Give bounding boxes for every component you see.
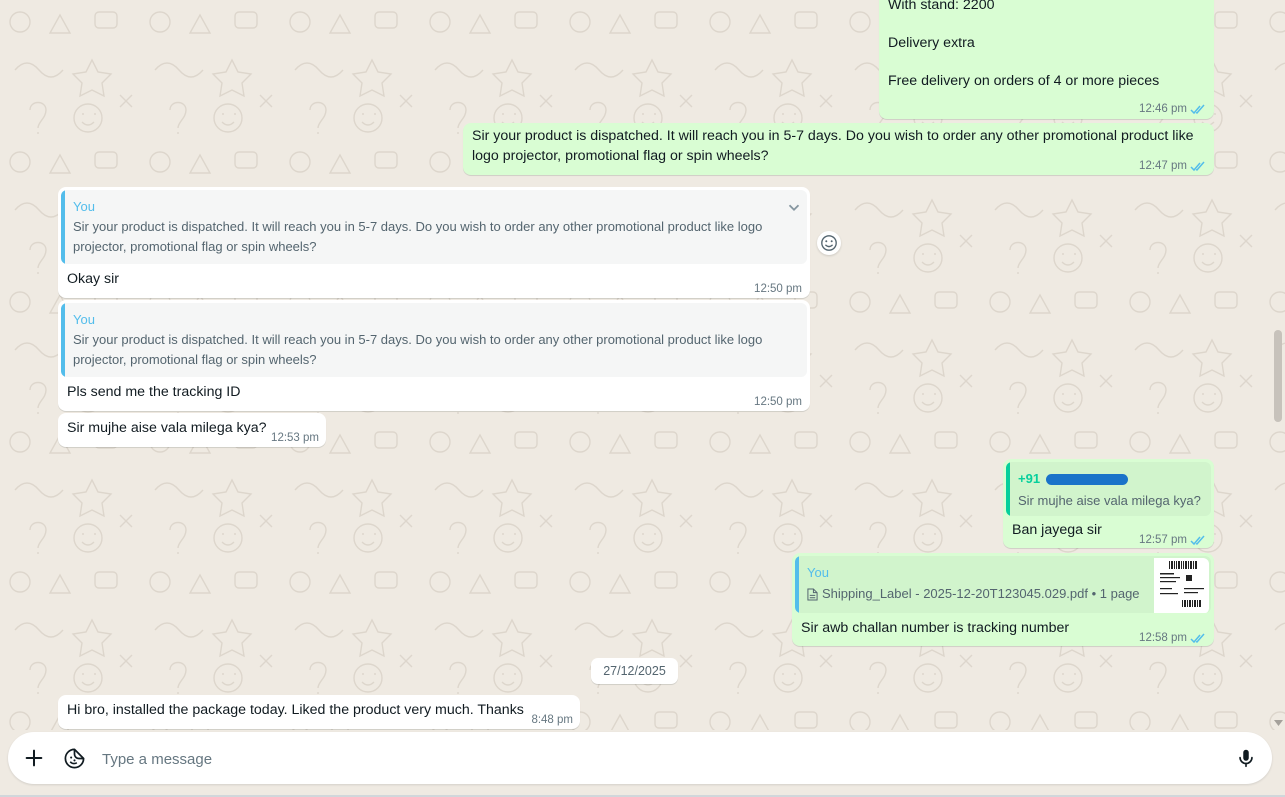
quote-author: You [807, 565, 829, 580]
message-bubble-incoming[interactable]: Hi bro, installed the package today. Lik… [58, 695, 580, 729]
message-time: 8:48 pm [531, 714, 573, 726]
double-check-icon [1190, 535, 1205, 546]
message-time: 12:58 pm [1139, 632, 1187, 644]
message-text: Sir mujhe aise vala milega kya? [67, 420, 267, 436]
message-bubble-incoming[interactable]: You Sir your product is dispatched. It w… [58, 187, 810, 298]
double-check-icon [1190, 161, 1205, 172]
attach-button[interactable] [20, 744, 48, 772]
file-name: Shipping_Label - 2025-12-20T123045.029.p… [822, 586, 1140, 601]
message-meta: 12:53 pm [271, 429, 319, 448]
chat-area[interactable]: With stand: 2200 Delivery extra Free del… [0, 0, 1285, 730]
message-time: 12:50 pm [754, 283, 802, 295]
message-bubble-outgoing[interactable]: You Shipping_Label - 2025-12-20T123045.0… [792, 553, 1214, 646]
message-time: 12:57 pm [1139, 534, 1187, 546]
plus-icon [25, 749, 43, 767]
message-text-line: With stand: 2200 [888, 0, 995, 13]
message-text-line: logo projector, promotional flag or spin… [472, 148, 769, 164]
message-bubble-incoming[interactable]: Sir mujhe aise vala milega kya? 12:53 pm [58, 413, 326, 447]
quote-file: Shipping_Label - 2025-12-20T123045.029.p… [807, 584, 1140, 604]
quote-text: Sir your product is dispatched. It will … [73, 330, 762, 370]
message-input[interactable] [100, 746, 1204, 772]
message-meta: 12:58 pm [1139, 629, 1206, 648]
quote-bar [61, 190, 65, 264]
message-text-line: Delivery extra [888, 35, 975, 51]
quote-author-text: +91 [1018, 471, 1041, 486]
sticker-button[interactable] [60, 744, 88, 772]
date-divider: 27/12/2025 [591, 658, 678, 684]
message-time: 12:50 pm [754, 396, 802, 408]
message-text: Okay sir [67, 271, 120, 287]
message-text-line: Sir your product is dispatched. It will … [472, 128, 1194, 144]
quote-text-line: projector, promotional flag or spin whee… [73, 239, 317, 254]
document-icon [807, 587, 818, 601]
emoji-icon [821, 235, 837, 251]
redaction-scribble [1045, 474, 1128, 486]
message-bubble-outgoing[interactable]: Sir your product is dispatched. It will … [463, 123, 1214, 175]
message-text: Pls send me the tracking ID [67, 384, 241, 400]
message-meta: 12:46 pm [1139, 100, 1206, 119]
react-button[interactable] [817, 231, 841, 255]
message-meta: 12:50 pm [754, 393, 802, 412]
quote-bar [61, 303, 65, 377]
message-meta: 12:50 pm [754, 280, 802, 299]
message-meta: 8:48 pm [531, 711, 573, 730]
document-thumbnail [1154, 558, 1209, 613]
message-text: Hi bro, installed the package today. Lik… [67, 702, 524, 718]
quote-author: You [73, 199, 95, 214]
microphone-icon [1239, 749, 1253, 768]
quote-author: +91 [1018, 469, 1128, 488]
chevron-down-icon[interactable] [785, 198, 803, 216]
message-time: 12:47 pm [1139, 160, 1187, 172]
quote-text: Sir mujhe aise vala milega kya? [1018, 493, 1201, 508]
message-text-line: Free delivery on orders of 4 or more pie… [888, 73, 1160, 89]
voice-message-button[interactable] [1232, 744, 1260, 772]
message-time: 12:53 pm [271, 432, 319, 444]
scroll-down-arrow[interactable] [1274, 720, 1283, 727]
message-bubble-outgoing[interactable]: +91 Sir mujhe aise vala milega kya? Ban … [1003, 459, 1214, 548]
quoted-message[interactable]: You Sir your product is dispatched. It w… [61, 190, 807, 264]
message-text: Sir awb challan number is tracking numbe… [801, 620, 1070, 636]
quoted-document[interactable]: You Shipping_Label - 2025-12-20T123045.0… [795, 556, 1211, 613]
quoted-message[interactable]: You Sir your product is dispatched. It w… [61, 303, 807, 377]
quote-text: Sir your product is dispatched. It will … [73, 217, 762, 257]
quote-bar [795, 556, 799, 613]
quote-bar [1006, 462, 1010, 516]
message-bubble-outgoing[interactable]: With stand: 2200 Delivery extra Free del… [879, 0, 1214, 119]
message-text: Ban jayega sir [1012, 522, 1102, 538]
scrollbar-thumb[interactable] [1274, 330, 1282, 422]
quote-text-line: Sir your product is dispatched. It will … [73, 219, 763, 234]
quote-text-line: projector, promotional flag or spin whee… [73, 352, 317, 367]
message-bubble-incoming[interactable]: You Sir your product is dispatched. It w… [58, 300, 810, 411]
quoted-message[interactable]: +91 Sir mujhe aise vala milega kya? [1006, 462, 1211, 516]
label-preview-image [1160, 560, 1204, 607]
quote-author: You [73, 312, 95, 327]
sticker-icon [64, 748, 84, 768]
message-composer [8, 732, 1272, 784]
message-meta: 12:47 pm [1139, 157, 1206, 176]
double-check-icon [1190, 633, 1205, 644]
double-check-icon [1190, 104, 1205, 115]
message-meta: 12:57 pm [1139, 531, 1206, 550]
quote-text-line: Sir your product is dispatched. It will … [73, 332, 763, 347]
composer-footer [0, 730, 1285, 797]
message-time: 12:46 pm [1139, 103, 1187, 115]
